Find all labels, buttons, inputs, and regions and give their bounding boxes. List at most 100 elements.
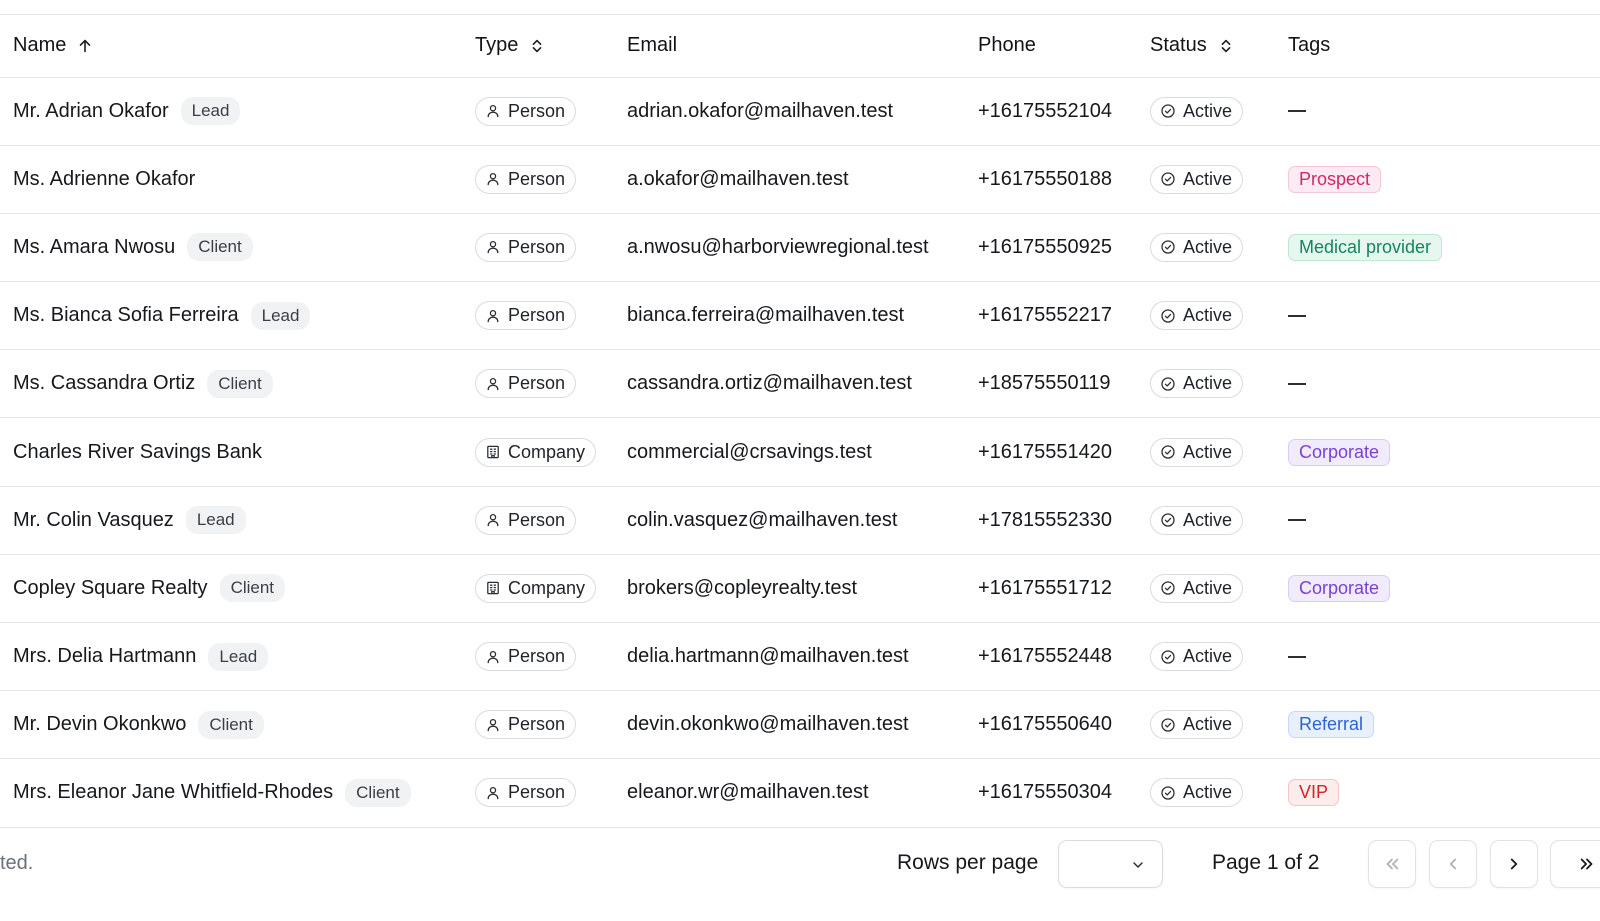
column-header-type[interactable]: Type — [462, 15, 614, 78]
status-label: Active — [1183, 305, 1233, 326]
cell-email: bianca.ferreira@mailhaven.test — [614, 282, 965, 350]
table-row[interactable]: Ms. Cassandra Ortiz Client Person cassan… — [0, 350, 1600, 418]
check-circle-icon — [1160, 717, 1176, 733]
contact-role-badge: Client — [345, 778, 411, 807]
last-page-button[interactable] — [1550, 840, 1600, 888]
column-header-type-label: Type — [475, 34, 519, 57]
type-label: Person — [508, 509, 566, 530]
table-row[interactable]: Mr. Colin Vasquez Lead Person colin.vasq… — [0, 486, 1600, 555]
table-body: Mr. Adrian Okafor Lead Person adrian.oka… — [0, 77, 1600, 828]
contact-name[interactable]: Mrs. Eleanor Jane Whitfield-Rhodes — [13, 781, 333, 804]
table-row[interactable]: Mr. Adrian Okafor Lead Person adrian.oka… — [0, 77, 1600, 146]
status-label: Active — [1183, 373, 1233, 394]
status-badge: Active — [1150, 642, 1244, 672]
contact-name[interactable]: Ms. Bianca Sofia Ferreira — [13, 304, 239, 327]
cell-tags: Corporate — [1275, 418, 1600, 486]
contacts-table-container: Name Type Email Phone Status Tags Mr. Ad… — [0, 14, 1600, 828]
contact-name[interactable]: Ms. Adrienne Okafor — [13, 168, 195, 191]
cell-tags — [1275, 77, 1600, 145]
cell-phone: +16175552104 — [965, 77, 1137, 145]
contact-name[interactable]: Mr. Adrian Okafor — [13, 100, 169, 123]
status-badge: Active — [1150, 710, 1244, 740]
rows-per-page-label: Rows per page — [897, 851, 1039, 874]
empty-dash — [1288, 519, 1306, 522]
table-row[interactable]: Ms. Amara Nwosu Client Person a.nwosu@ha… — [0, 213, 1600, 282]
next-page-button[interactable] — [1490, 840, 1538, 888]
first-page-button[interactable] — [1368, 840, 1416, 888]
cell-email: adrian.okafor@mailhaven.test — [614, 77, 965, 145]
tag-badge: Prospect — [1288, 165, 1382, 193]
status-badge: Active — [1150, 96, 1244, 126]
status-label: Active — [1183, 509, 1233, 530]
empty-dash — [1288, 110, 1306, 113]
column-header-status[interactable]: Status — [1137, 15, 1275, 78]
type-badge: Person — [475, 369, 577, 399]
check-circle-icon — [1160, 649, 1176, 665]
contact-phone: +16175552217 — [978, 304, 1113, 327]
cell-status: Active — [1137, 145, 1275, 213]
type-label: Person — [508, 236, 566, 257]
cell-phone: +16175551712 — [965, 554, 1137, 622]
contact-name[interactable]: Ms. Amara Nwosu — [13, 236, 175, 259]
page-indicator: Page 1 of 2 — [1212, 851, 1320, 874]
contact-email: colin.vasquez@mailhaven.test — [627, 508, 898, 531]
tag-badge: Corporate — [1288, 574, 1391, 602]
cell-phone: +17815552330 — [965, 486, 1137, 554]
user-icon — [485, 308, 501, 324]
contact-email: eleanor.wr@mailhaven.test — [627, 781, 869, 804]
contact-name[interactable]: Mr. Colin Vasquez — [13, 509, 174, 532]
status-badge: Active — [1150, 301, 1244, 331]
previous-page-button[interactable] — [1429, 840, 1477, 888]
chevron-left-icon — [1449, 858, 1457, 870]
contact-phone: +18575550119 — [978, 372, 1111, 395]
status-badge: Active — [1150, 369, 1244, 399]
table-row[interactable]: Copley Square Realty Client Company brok… — [0, 554, 1600, 623]
contact-email: bianca.ferreira@mailhaven.test — [627, 304, 905, 327]
cell-phone: +16175552448 — [965, 623, 1137, 691]
type-badge: Company — [475, 573, 597, 603]
type-label: Person — [508, 373, 566, 394]
status-label: Active — [1183, 441, 1233, 462]
contact-role-badge: Client — [198, 710, 264, 739]
cell-phone: +16175550640 — [965, 691, 1137, 759]
rows-per-page-select[interactable] — [1058, 840, 1163, 888]
cell-name: Charles River Savings Bank — [0, 418, 462, 486]
cell-tags — [1275, 282, 1600, 350]
contact-name[interactable]: Charles River Savings Bank — [13, 441, 262, 464]
cell-email: colin.vasquez@mailhaven.test — [614, 486, 965, 554]
table-row[interactable]: Mrs. Delia Hartmann Lead Person delia.ha… — [0, 623, 1600, 691]
cell-name: Ms. Cassandra Ortiz Client — [0, 350, 462, 418]
cell-type: Person — [462, 282, 614, 350]
contact-name[interactable]: Copley Square Realty — [13, 577, 208, 600]
status-label: Active — [1183, 168, 1233, 189]
cell-email: cassandra.ortiz@mailhaven.test — [614, 350, 965, 418]
cell-status: Active — [1137, 554, 1275, 622]
contact-phone: +16175551712 — [978, 576, 1113, 599]
tag-badge: Referral — [1288, 711, 1375, 739]
table-row[interactable]: Mr. Devin Okonkwo Client Person devin.ok… — [0, 691, 1600, 759]
contact-email: brokers@copleyrealty.test — [627, 576, 858, 599]
cell-status: Active — [1137, 623, 1275, 691]
cell-type: Company — [462, 418, 614, 486]
building-icon — [485, 444, 501, 460]
column-header-name[interactable]: Name — [0, 15, 462, 78]
column-header-tags: Tags — [1275, 15, 1600, 78]
table-row[interactable]: Ms. Bianca Sofia Ferreira Lead Person bi… — [0, 282, 1600, 350]
contact-email: a.okafor@mailhaven.test — [627, 167, 849, 190]
table-row[interactable]: Charles River Savings Bank Company comme… — [0, 418, 1600, 487]
table-row[interactable]: Ms. Adrienne Okafor Person a.okafor@mail… — [0, 145, 1600, 214]
status-label: Active — [1183, 646, 1233, 667]
cell-type: Person — [462, 623, 614, 691]
type-badge: Person — [475, 232, 577, 262]
cell-status: Active — [1137, 759, 1275, 827]
status-badge: Active — [1150, 573, 1244, 603]
contact-name[interactable]: Mrs. Delia Hartmann — [13, 645, 196, 668]
cell-status: Active — [1137, 282, 1275, 350]
table-row[interactable]: Mrs. Eleanor Jane Whitfield-Rhodes Clien… — [0, 759, 1600, 828]
status-label: Active — [1183, 714, 1233, 735]
contact-email: adrian.okafor@mailhaven.test — [627, 99, 893, 122]
contact-name[interactable]: Mr. Devin Okonkwo — [13, 713, 186, 736]
contact-name[interactable]: Ms. Cassandra Ortiz — [13, 372, 195, 395]
cell-phone: +16175552217 — [965, 282, 1137, 350]
check-circle-icon — [1160, 239, 1176, 255]
